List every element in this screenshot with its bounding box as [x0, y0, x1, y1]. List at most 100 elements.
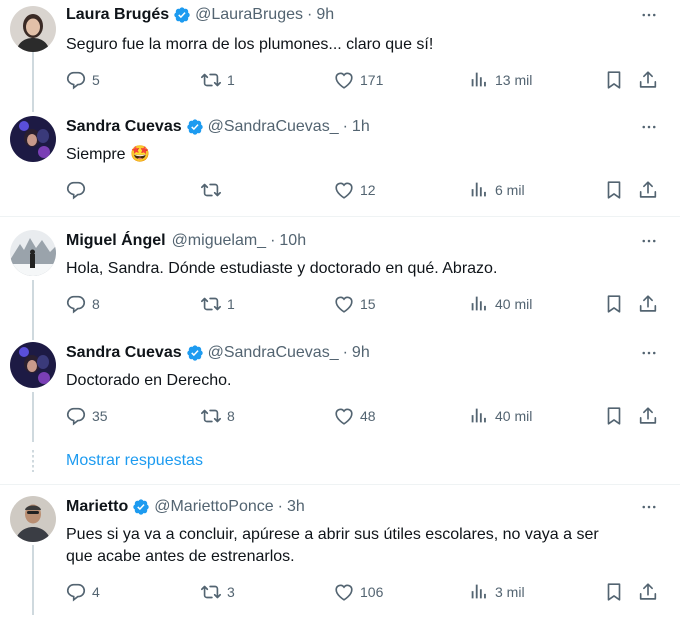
timestamp[interactable]: 9h: [316, 6, 334, 24]
avatar[interactable]: [10, 496, 56, 542]
reply-button[interactable]: 4: [65, 580, 100, 604]
view-count: 40 mil: [495, 408, 533, 424]
share-icon: [639, 583, 657, 600]
tweet-actions: 5 1 171 13 mil: [60, 68, 665, 92]
view-count: 3 mil: [495, 584, 525, 600]
tweet-text-line: Pues si ya va a concluir, apúrese a abri…: [66, 526, 599, 543]
like-count: 106: [360, 584, 384, 600]
bookmark-button[interactable]: [603, 178, 625, 202]
share-button[interactable]: [637, 292, 659, 316]
user-handle[interactable]: @miguelam_: [172, 232, 267, 250]
tweet[interactable]: Marietto @MariettoPonce · 3h Pues si ya …: [0, 492, 680, 620]
divider: [0, 216, 680, 217]
view-count: 40 mil: [495, 296, 533, 312]
display-name[interactable]: Sandra Cuevas: [66, 118, 182, 136]
avatar[interactable]: [10, 6, 56, 52]
reply-button[interactable]: 8: [65, 292, 100, 316]
tweet-text: Seguro fue la morra de los plumones... c…: [66, 36, 434, 53]
like-button[interactable]: 12: [333, 178, 376, 202]
reply-icon: [66, 71, 86, 89]
bookmark-icon: [607, 71, 621, 89]
tweet-text: Doctorado en Derecho.: [66, 372, 232, 389]
bookmark-button[interactable]: [603, 580, 625, 604]
views-button[interactable]: 13 mil: [468, 68, 532, 92]
display-name[interactable]: Laura Brugés: [66, 6, 169, 24]
separator: ·: [342, 118, 348, 135]
heart-icon: [335, 182, 353, 199]
retweet-button[interactable]: 3: [200, 580, 235, 604]
share-button[interactable]: [637, 404, 659, 428]
more-options-icon[interactable]: [638, 344, 660, 362]
user-handle[interactable]: @LauraBruges: [195, 6, 303, 24]
more-options-icon[interactable]: [638, 498, 660, 516]
heart-icon: [335, 72, 353, 89]
retweet-button[interactable]: 1: [200, 292, 235, 316]
tweet[interactable]: Sandra Cuevas @SandraCuevas_ · 9h Doctor…: [0, 338, 680, 442]
divider: [0, 484, 680, 485]
retweet-button[interactable]: 1: [200, 68, 235, 92]
views-icon: [471, 72, 486, 87]
bookmark-icon: [607, 295, 621, 313]
more-options-icon[interactable]: [638, 118, 660, 136]
views-icon: [471, 584, 486, 599]
bookmark-icon: [607, 583, 621, 601]
avatar[interactable]: [10, 342, 56, 388]
like-button[interactable]: 171: [333, 68, 383, 92]
retweet-count: 1: [227, 296, 235, 312]
timestamp[interactable]: 1h: [352, 118, 370, 136]
views-button[interactable]: 40 mil: [468, 292, 532, 316]
reply-button[interactable]: 35: [65, 404, 108, 428]
views-button[interactable]: 40 mil: [468, 404, 532, 428]
tweet-text-line: que acabe antes de estrenarlos.: [66, 548, 295, 565]
more-options-icon[interactable]: [638, 6, 660, 24]
timestamp[interactable]: 10h: [279, 232, 306, 250]
retweet-button[interactable]: [200, 178, 227, 202]
verified-badge-icon: [186, 119, 203, 135]
user-handle[interactable]: @SandraCuevas_: [208, 344, 339, 362]
reply-icon: [66, 583, 86, 601]
bookmark-button[interactable]: [603, 292, 625, 316]
show-replies-link[interactable]: Mostrar respuestas: [66, 452, 203, 470]
views-icon: [471, 296, 486, 311]
tweet-text: Siempre 🤩: [66, 146, 150, 163]
retweet-icon: [201, 585, 221, 599]
avatar[interactable]: [10, 116, 56, 162]
share-icon: [639, 407, 657, 424]
tweet[interactable]: Sandra Cuevas @SandraCuevas_ · 1h Siempr…: [0, 112, 680, 216]
reply-button[interactable]: [65, 178, 92, 202]
like-count: 171: [360, 72, 384, 88]
user-handle[interactable]: @MariettoPonce: [154, 498, 273, 516]
tweet-header: Sandra Cuevas @SandraCuevas_ · 1h: [66, 118, 370, 136]
timestamp[interactable]: 3h: [287, 498, 305, 516]
bookmark-button[interactable]: [603, 68, 625, 92]
avatar[interactable]: [10, 230, 56, 276]
more-options-icon[interactable]: [638, 232, 660, 250]
like-button[interactable]: 15: [333, 292, 376, 316]
like-button[interactable]: 48: [333, 404, 376, 428]
tweet[interactable]: Miguel Ángel @miguelam_ · 10h Hola, Sand…: [0, 226, 680, 330]
views-button[interactable]: 6 mil: [468, 178, 525, 202]
tweet[interactable]: Laura Brugés @LauraBruges · 9h Seguro fu…: [0, 0, 680, 110]
timestamp[interactable]: 9h: [352, 344, 370, 362]
share-button[interactable]: [637, 178, 659, 202]
user-handle[interactable]: @SandraCuevas_: [208, 118, 339, 136]
tweet-header: Sandra Cuevas @SandraCuevas_ · 9h: [66, 344, 370, 362]
like-button[interactable]: 106: [333, 580, 383, 604]
bookmark-button[interactable]: [603, 404, 625, 428]
thread-dots: [32, 450, 34, 472]
reply-icon: [66, 295, 86, 313]
retweet-button[interactable]: 8: [200, 404, 235, 428]
share-button[interactable]: [637, 580, 659, 604]
verified-badge-icon: [133, 499, 149, 515]
reply-button[interactable]: 5: [65, 68, 100, 92]
display-name[interactable]: Marietto: [66, 498, 128, 516]
share-icon: [639, 181, 657, 198]
views-button[interactable]: 3 mil: [468, 580, 525, 604]
separator: ·: [277, 498, 283, 515]
share-button[interactable]: [637, 68, 659, 92]
display-name[interactable]: Miguel Ángel: [66, 232, 166, 250]
retweet-icon: [201, 409, 221, 423]
retweet-icon: [201, 183, 221, 197]
like-count: 12: [360, 182, 376, 198]
display-name[interactable]: Sandra Cuevas: [66, 344, 182, 362]
